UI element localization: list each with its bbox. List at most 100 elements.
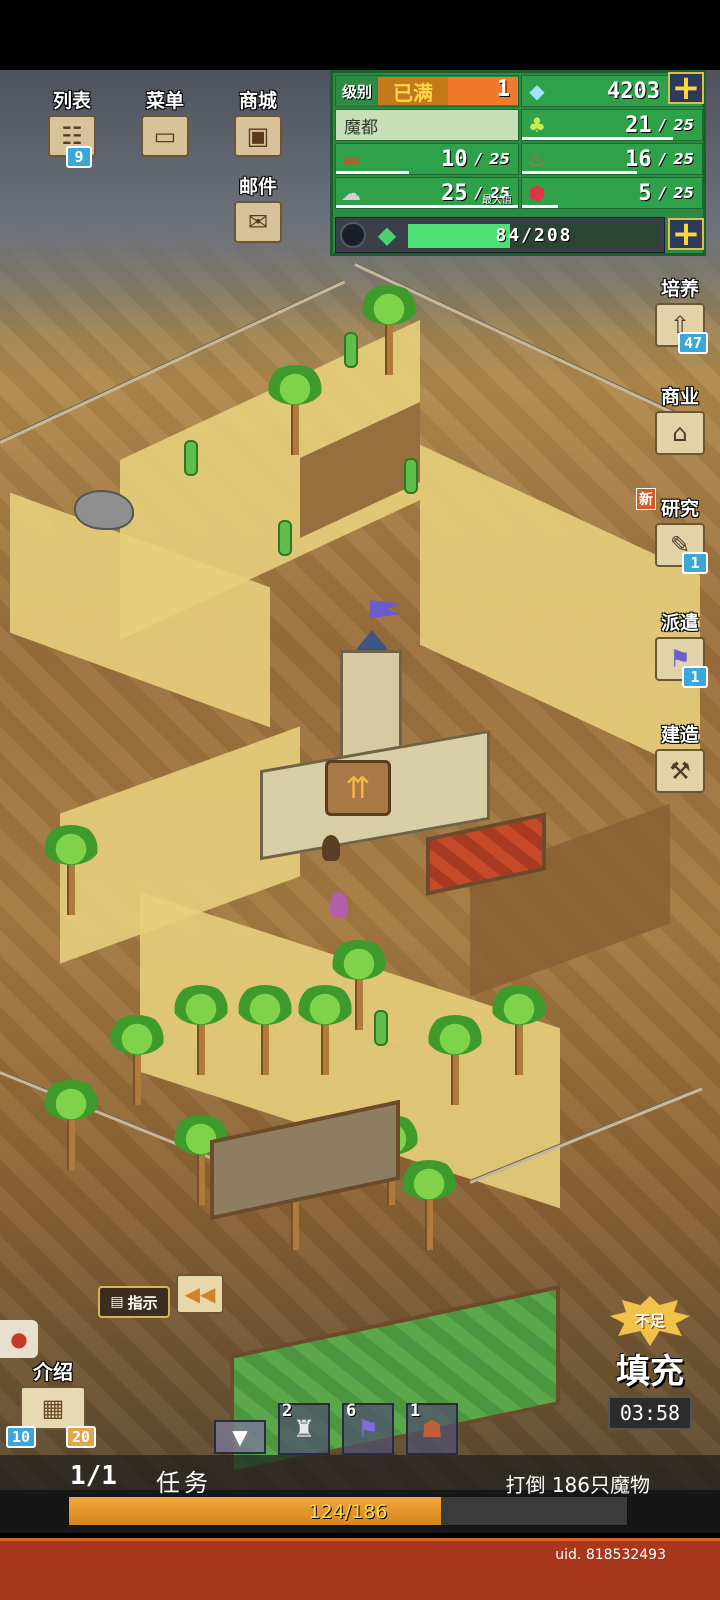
upgrade-arrow-icon[interactable]: ⇈ — [325, 760, 391, 816]
mail-label: 邮件 — [238, 176, 277, 198]
build-label: 建造 — [660, 724, 699, 746]
rewind-icon[interactable]: ◀◀ — [176, 1274, 224, 1314]
business-label: 商业 — [660, 386, 699, 408]
shop-chest-icon: ▣ — [234, 115, 282, 157]
shop-house-icon: ⌂ — [655, 411, 705, 455]
quest-description: 打倒 186只魔物 — [505, 1473, 650, 1497]
guide-button[interactable]: ▤ 指示 — [98, 1286, 170, 1318]
wood-bar — [336, 171, 409, 174]
add-gems-button[interactable]: + — [668, 68, 704, 108]
refill-button[interactable]: 不足 填充 03:58 — [598, 1296, 702, 1446]
wood-row[interactable]: ▬ 10 / 25 — [335, 143, 519, 175]
exp-bar-track: 84/208 — [408, 224, 660, 248]
grass-max: 25 — [673, 116, 694, 134]
palm-tree — [172, 985, 230, 1075]
town-name-row: 魔都 — [335, 109, 519, 141]
wood-current: 10 — [441, 146, 468, 172]
menu-board-icon: ▭ — [141, 115, 189, 157]
research-button[interactable]: 新 研究 ✎ 1 — [636, 488, 710, 574]
adventurer-character[interactable] — [330, 892, 348, 918]
intro-button[interactable]: 介绍 ▦ 10 20 — [6, 1356, 100, 1450]
unit-slot-3[interactable]: 1 ☗ — [406, 1401, 458, 1455]
guide-label: 指示 — [127, 1293, 158, 1312]
quest-counter: 1/1 — [70, 1461, 117, 1491]
apple-icon[interactable]: ● — [0, 1320, 38, 1358]
business-button[interactable]: 商业 ⌂ — [650, 382, 710, 455]
quest-progress-bar: 124/186 — [68, 1496, 628, 1526]
wood-max: 25 — [489, 150, 510, 168]
ore-rock-icon: ☁ — [341, 181, 361, 205]
palm-tree — [426, 1015, 484, 1105]
intro-book-icon: ▦ — [20, 1386, 86, 1430]
guide-book-icon: ▤ — [110, 1294, 124, 1310]
user-id: uid. 818532493 — [555, 1547, 666, 1563]
grass-row[interactable]: ♣ 21 / 25 — [521, 109, 703, 141]
crystal-bar — [522, 205, 558, 208]
red-crystal-icon: ⬢ — [528, 181, 546, 205]
list-count-badge: 9 — [66, 146, 92, 168]
meat-bar — [522, 171, 638, 174]
refill-top-text: 不足 — [634, 1312, 665, 1330]
shop-label: 商城 — [238, 90, 277, 112]
palm-tree — [42, 1080, 100, 1170]
grass-icon: ♣ — [528, 113, 546, 137]
empty-orb-icon — [340, 222, 366, 248]
research-count-badge: 1 — [682, 552, 708, 574]
wood-log-icon: ▬ — [341, 147, 361, 171]
mail-button[interactable]: 邮件 ✉ — [226, 172, 290, 243]
cactus — [184, 440, 198, 476]
crystal-current: 5 — [638, 180, 652, 206]
build-button[interactable]: 建造 ⚒ — [650, 720, 710, 793]
train-count-badge: 47 — [677, 332, 708, 354]
new-tag: 新 — [636, 488, 656, 510]
quest-progress-text: 124/186 — [308, 1501, 388, 1523]
game-map[interactable]: ⇈ — [0, 70, 720, 1490]
meat-icon: ♨ — [528, 147, 546, 171]
chevron-down-icon[interactable]: ▼ — [214, 1420, 266, 1454]
meat-max: 25 — [673, 150, 694, 168]
cactus — [344, 332, 358, 368]
mail-envelope-icon: ✉ — [234, 201, 282, 243]
unit-slot-1[interactable]: 2 ♜ — [278, 1401, 330, 1455]
town-name: 魔都 — [344, 117, 378, 138]
palm-tree — [108, 1015, 166, 1105]
intro-label: 介绍 — [33, 1360, 73, 1384]
shop-button[interactable]: 商城 ▣ — [226, 86, 290, 157]
boulder — [74, 490, 134, 530]
dispatch-label: 派遣 — [660, 612, 699, 634]
green-gem-icon: ◆ — [377, 221, 397, 249]
refill-label: 填充 — [616, 1352, 684, 1392]
cactus — [404, 458, 418, 494]
level-number: 1 — [448, 77, 518, 105]
ore-current: 25 — [441, 180, 468, 206]
ore-row[interactable]: ☁ 25 / 25 最大值 — [335, 177, 519, 209]
crystal-row[interactable]: ⬢ 5 / 25 — [521, 177, 703, 209]
adventurer-character[interactable] — [322, 835, 340, 861]
footer-bar: uid. 818532493 — [0, 1538, 720, 1600]
crystal-max: 25 — [673, 184, 694, 202]
hammer-icon: ⚒ — [655, 749, 705, 793]
palm-tree — [330, 940, 388, 1030]
research-label: 研究 — [660, 498, 699, 520]
flag-icon — [370, 600, 400, 618]
palm-tree — [42, 825, 100, 915]
meat-current: 16 — [625, 146, 652, 172]
level-row[interactable]: 级别 已满 1 — [335, 75, 519, 107]
level-max-text: 已满 — [378, 77, 449, 105]
meat-row[interactable]: ♨ 16 / 25 — [521, 143, 703, 175]
exp-row[interactable]: ◆ 84/208 — [335, 217, 665, 253]
refill-timer: 03:58 — [608, 1396, 692, 1430]
quest-title: 任务 — [156, 1469, 212, 1497]
ore-bar — [336, 205, 518, 208]
list-button[interactable]: 列表 ☷ 9 — [40, 86, 104, 168]
resource-panel: 级别 已满 1 ◆ 4203 魔都 ♣ 21 / 25 ▬ 10 / 25 ♨ … — [330, 70, 706, 256]
flag-icon: ⚑ — [357, 1415, 379, 1443]
menu-button[interactable]: 菜单 ▭ — [133, 86, 197, 157]
cactus — [278, 520, 292, 556]
train-button[interactable]: 培养 ⇧ 47 — [650, 274, 710, 354]
dispatch-button[interactable]: 派遣 ⚑ 1 — [650, 608, 710, 688]
intro-badge-right: 20 — [66, 1426, 97, 1448]
unit-slot-2[interactable]: 6 ⚑ — [342, 1401, 394, 1455]
train-label: 培养 — [660, 278, 699, 300]
add-exp-button[interactable]: + — [668, 214, 704, 254]
